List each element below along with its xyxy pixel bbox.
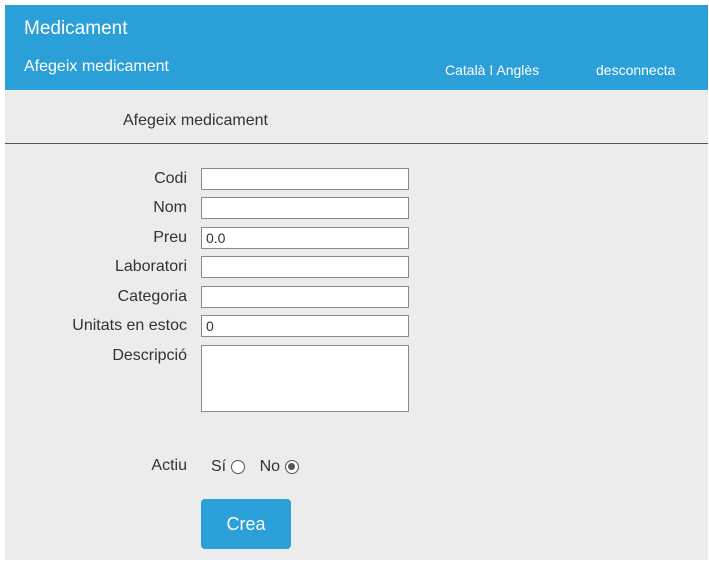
laboratori-input[interactable] xyxy=(201,256,409,278)
unitats-label: Unitats en estoc xyxy=(72,317,187,334)
lang-catalan-link[interactable]: Català xyxy=(445,62,485,78)
language-switcher: Català I Anglès xyxy=(445,62,539,78)
actiu-no-radio[interactable] xyxy=(285,460,300,474)
actiu-option-yes[interactable]: Sí xyxy=(211,458,246,476)
laboratori-label: Laboratori xyxy=(114,258,187,275)
divider xyxy=(5,143,708,144)
codi-label: Codi xyxy=(154,170,187,187)
create-button[interactable]: Crea xyxy=(201,499,291,549)
lang-separator: I xyxy=(489,62,494,78)
page-title: Afegeix medicament xyxy=(123,112,268,129)
preu-label: Preu xyxy=(153,229,187,246)
app-header: Medicament Afegeix medicament Català I A… xyxy=(5,5,708,90)
actiu-radio-group: Sí No xyxy=(211,458,309,476)
codi-input[interactable] xyxy=(201,168,409,190)
categoria-label: Categoria xyxy=(117,288,187,305)
actiu-no-label: No xyxy=(259,458,281,475)
preu-input[interactable] xyxy=(201,227,409,249)
nom-label: Nom xyxy=(153,199,187,216)
app-title: Medicament xyxy=(24,18,128,39)
descripcio-label: Descripció xyxy=(112,347,187,364)
header-subtitle: Afegeix medicament xyxy=(24,58,169,75)
unitats-input[interactable] xyxy=(201,315,409,337)
logout-link[interactable]: desconnecta xyxy=(596,62,675,78)
actiu-yes-label: Sí xyxy=(211,458,227,475)
descripcio-textarea[interactable] xyxy=(201,345,409,412)
actiu-option-no[interactable]: No xyxy=(259,458,300,476)
actiu-label: Actiu xyxy=(151,457,187,474)
lang-english-link[interactable]: Anglès xyxy=(496,62,539,78)
categoria-input[interactable] xyxy=(201,286,409,308)
nom-input[interactable] xyxy=(201,197,409,219)
actiu-yes-radio[interactable] xyxy=(231,460,246,474)
app-frame: Medicament Afegeix medicament Català I A… xyxy=(5,5,708,560)
